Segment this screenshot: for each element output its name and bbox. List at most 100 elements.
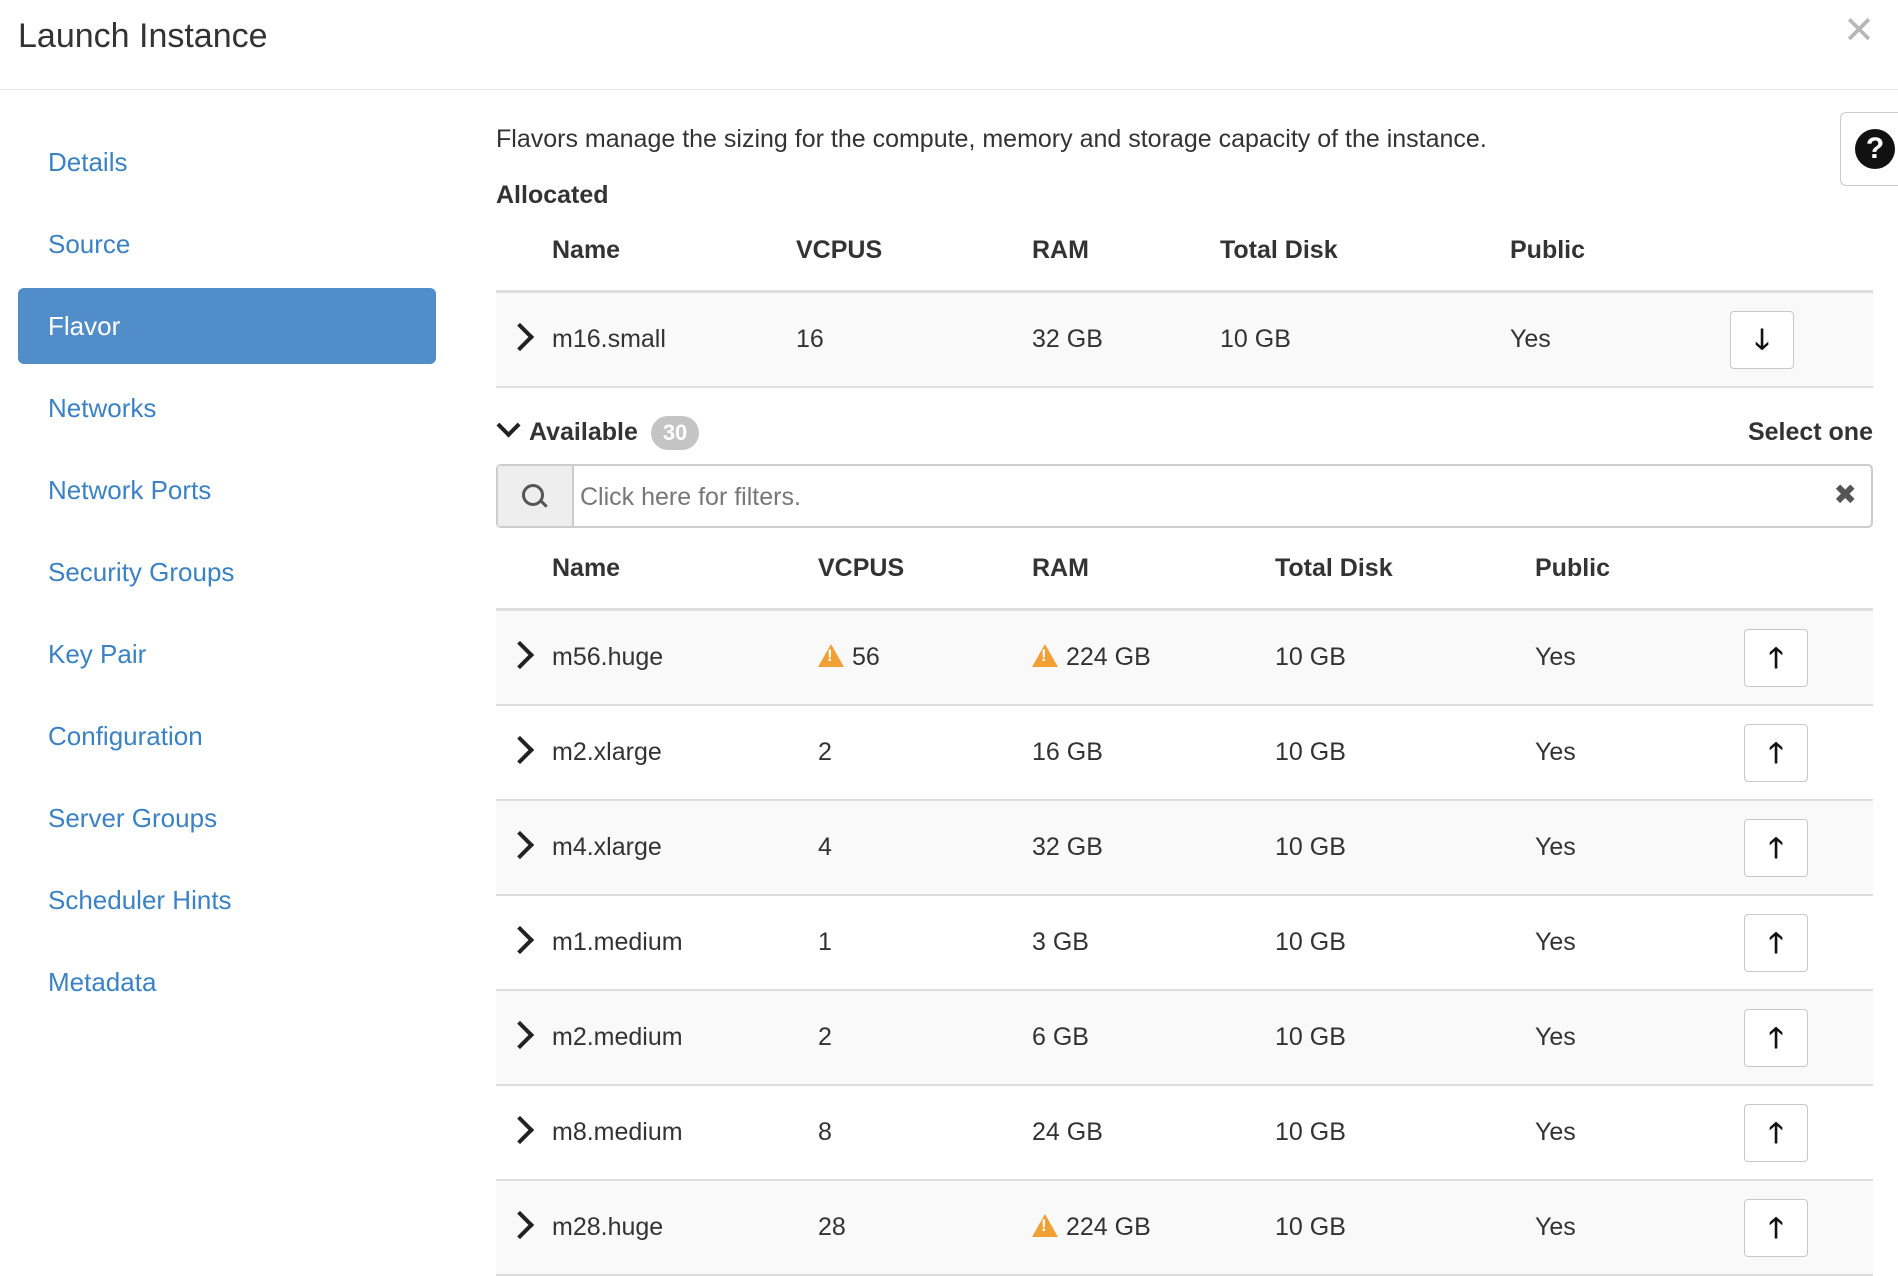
flavor-ram-cell: 32 GB (1032, 800, 1275, 896)
col-header-public: Public (1510, 210, 1730, 293)
chevron-right-icon[interactable] (505, 830, 535, 860)
table-row: m4.xlarge 4 32 GB 10 GB Yes 🡑 (496, 800, 1873, 896)
col-header-vcpus: VCPUS (818, 528, 1032, 611)
nav-item-details[interactable]: Details (18, 124, 436, 200)
flavor-name: m28.huge (552, 1180, 818, 1276)
flavor-name: m2.medium (552, 990, 818, 1086)
nav-item-security-groups[interactable]: Security Groups (18, 534, 436, 610)
flavor-ram: 224 GB (1066, 1213, 1151, 1241)
col-header-total-disk: Total Disk (1220, 210, 1510, 293)
arrow-up-icon: 🡑 (1768, 641, 1784, 673)
search-input[interactable] (578, 466, 1782, 528)
nav-item-network-ports[interactable]: Network Ports (18, 452, 436, 528)
flavor-vcpus-cell: 4 (818, 800, 1032, 896)
chevron-right-icon[interactable] (505, 1115, 535, 1145)
available-toggle[interactable]: Available 30 (496, 413, 700, 450)
warning-icon (818, 644, 844, 667)
flavor-ram: 32 GB (1032, 833, 1103, 861)
flavor-ram-cell: 224 GB (1032, 1180, 1275, 1276)
flavor-ram-cell: 224 GB (1032, 609, 1275, 706)
flavor-name: m56.huge (552, 609, 818, 706)
chevron-right-icon[interactable] (505, 322, 535, 352)
flavor-vcpus-cell: 56 (818, 609, 1032, 706)
flavor-disk: 10 GB (1275, 1085, 1535, 1181)
arrow-up-icon: 🡑 (1768, 1116, 1784, 1148)
chevron-right-icon[interactable] (505, 640, 535, 670)
filter-bar: ✖ (496, 464, 1873, 528)
warning-icon (1032, 1214, 1058, 1237)
allocated-label: Allocated (496, 181, 609, 209)
chevron-right-icon[interactable] (505, 925, 535, 955)
deallocate-button[interactable]: 🡓 (1730, 310, 1794, 369)
table-row: m2.medium 2 6 GB 10 GB Yes 🡑 (496, 990, 1873, 1086)
flavor-ram: 224 GB (1066, 643, 1151, 671)
flavor-disk: 10 GB (1275, 609, 1535, 706)
flavor-name: m1.medium (552, 895, 818, 991)
flavor-vcpus: 2 (818, 738, 832, 766)
arrow-up-icon: 🡑 (1768, 831, 1784, 863)
flavor-disk: 10 GB (1275, 990, 1535, 1086)
nav-item-networks[interactable]: Networks (18, 370, 436, 446)
flavor-ram: 3 GB (1032, 928, 1089, 956)
flavor-public: Yes (1510, 291, 1730, 388)
modal-header: Launch Instance ✕ (0, 0, 1898, 90)
nav-item-server-groups[interactable]: Server Groups (18, 780, 436, 856)
nav-item-source[interactable]: Source (18, 206, 436, 282)
flavor-vcpus-cell: 28 (818, 1180, 1032, 1276)
allocate-button[interactable]: 🡑 (1744, 723, 1808, 782)
allocate-button[interactable]: 🡑 (1744, 628, 1808, 687)
flavor-name: m2.xlarge (552, 705, 818, 801)
flavor-vcpus-cell: 8 (818, 1085, 1032, 1181)
flavor-vcpus: 4 (818, 833, 832, 861)
flavor-ram-cell: 6 GB (1032, 990, 1275, 1086)
flavor-vcpus: 16 (796, 291, 1032, 388)
flavor-vcpus: 8 (818, 1118, 832, 1146)
modal-title: Launch Instance (18, 17, 268, 55)
flavor-ram: 32 GB (1032, 291, 1220, 388)
table-row: m16.small 16 32 GB 10 GB Yes 🡓 (496, 291, 1873, 388)
available-table: Name VCPUS RAM Total Disk Public m56.hug… (496, 528, 1873, 1276)
available-header: Available 30 Select one (496, 402, 1873, 462)
nav-item-scheduler-hints[interactable]: Scheduler Hints (18, 862, 436, 938)
table-row: m2.xlarge 2 16 GB 10 GB Yes 🡑 (496, 705, 1873, 801)
flavor-name: m8.medium (552, 1085, 818, 1181)
chevron-right-icon[interactable] (505, 1020, 535, 1050)
table-row: m56.huge 56 224 GB 10 GBYes 🡑 (496, 609, 1873, 706)
flavor-name: m4.xlarge (552, 800, 818, 896)
table-row: m28.huge28 224 GB 10 GBYes 🡑 (496, 1180, 1873, 1276)
flavor-public: Yes (1535, 1180, 1744, 1276)
arrow-up-icon: 🡑 (1768, 926, 1784, 958)
nav-item-configuration[interactable]: Configuration (18, 698, 436, 774)
col-header-vcpus: VCPUS (796, 210, 1032, 293)
chevron-right-icon[interactable] (505, 735, 535, 765)
close-icon[interactable]: ✕ (1840, 12, 1878, 50)
flavor-public: Yes (1535, 990, 1744, 1086)
flavor-public: Yes (1535, 895, 1744, 991)
flavor-ram-cell: 24 GB (1032, 1085, 1275, 1181)
allocate-button[interactable]: 🡑 (1744, 1198, 1808, 1257)
flavor-public: Yes (1535, 609, 1744, 706)
flavor-disk: 10 GB (1275, 895, 1535, 991)
allocate-button[interactable]: 🡑 (1744, 1008, 1808, 1067)
wizard-nav: Details Source Flavor Networks Network P… (18, 124, 436, 1026)
nav-item-key-pair[interactable]: Key Pair (18, 616, 436, 692)
col-header-ram: RAM (1032, 210, 1220, 293)
nav-item-flavor[interactable]: Flavor (18, 288, 436, 364)
flavor-vcpus: 28 (818, 1213, 846, 1241)
col-header-name: Name (552, 528, 818, 611)
allocate-button[interactable]: 🡑 (1744, 1103, 1808, 1162)
select-one-hint: Select one (1747, 418, 1873, 446)
flavor-public: Yes (1535, 705, 1744, 801)
flavor-disk: 10 GB (1220, 291, 1510, 388)
flavor-vcpus-cell: 1 (818, 895, 1032, 991)
table-row: m1.medium 1 3 GB 10 GB Yes 🡑 (496, 895, 1873, 991)
col-header-ram: RAM (1032, 528, 1275, 611)
allocate-button[interactable]: 🡑 (1744, 818, 1808, 877)
arrow-up-icon: 🡑 (1768, 1211, 1784, 1243)
nav-item-metadata[interactable]: Metadata (18, 944, 436, 1020)
warning-icon (1032, 644, 1058, 667)
allocate-button[interactable]: 🡑 (1744, 913, 1808, 972)
clear-filter-icon[interactable]: ✖ (1834, 480, 1857, 510)
flavor-ram: 6 GB (1032, 1023, 1089, 1051)
chevron-right-icon[interactable] (505, 1210, 535, 1240)
